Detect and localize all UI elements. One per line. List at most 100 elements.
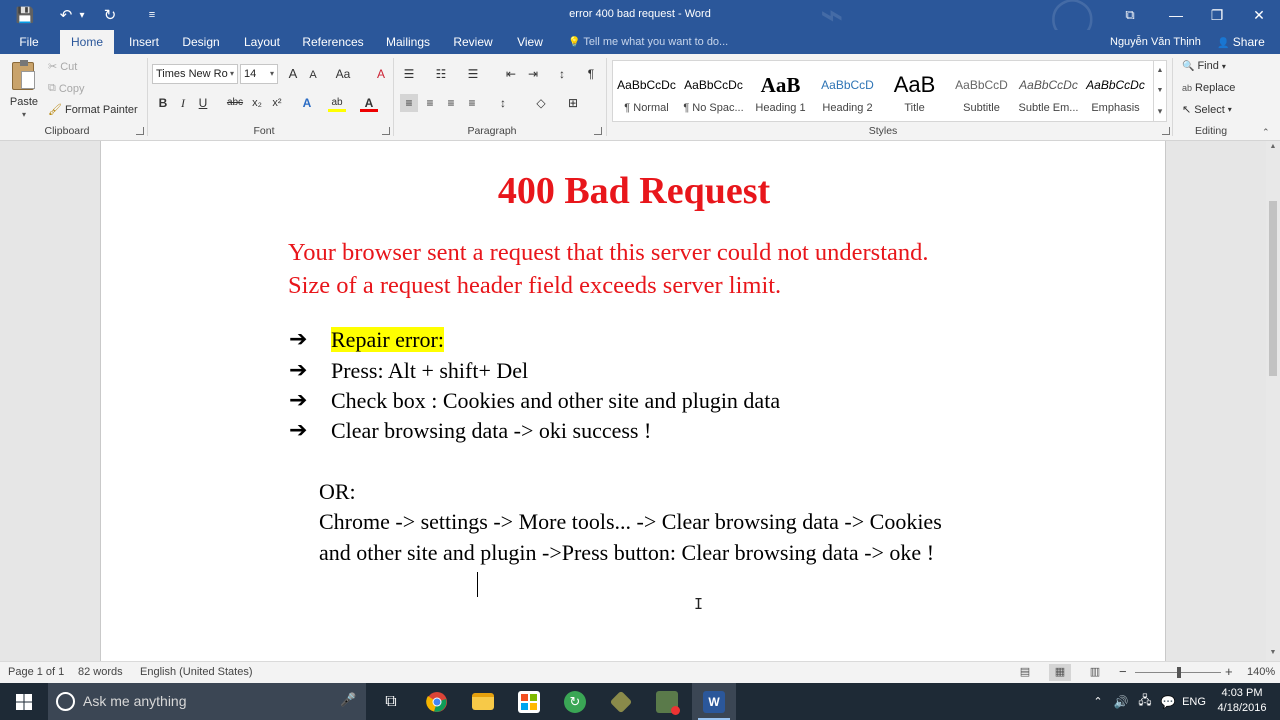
user-name[interactable]: Nguyễn Văn Thịnh: [1110, 30, 1201, 54]
find-button[interactable]: 🔍 Find ▾: [1182, 60, 1226, 72]
pilcrow-icon[interactable]: ¶: [582, 65, 600, 83]
tab-home[interactable]: Home: [60, 30, 114, 54]
highlight-icon[interactable]: ab: [328, 94, 346, 112]
subscript-icon[interactable]: x₂: [248, 94, 266, 112]
clear-formatting-icon[interactable]: A: [372, 65, 390, 83]
scroll-down-icon[interactable]: ▼: [1154, 81, 1166, 101]
line-spacing-icon[interactable]: ↕: [494, 94, 512, 112]
align-right-icon[interactable]: ≡: [442, 94, 460, 112]
strikethrough-icon[interactable]: abc: [224, 94, 246, 112]
minimize-button[interactable]: —: [1153, 0, 1199, 30]
style-heading-2[interactable]: AaBbCcD Heading 2: [814, 61, 881, 121]
input-language[interactable]: ENG: [1180, 683, 1208, 720]
zoom-level[interactable]: 140%: [1247, 666, 1275, 678]
volume-icon[interactable]: 🔊: [1110, 683, 1132, 720]
microphone-icon[interactable]: 🎤: [340, 692, 356, 708]
show-hidden-icons-icon[interactable]: ⌃: [1088, 683, 1108, 720]
zoom-slider-thumb[interactable]: [1177, 667, 1181, 678]
word-app-icon[interactable]: W: [692, 683, 736, 720]
tab-insert[interactable]: Insert: [122, 30, 166, 54]
tell-me-box[interactable]: 💡 Tell me what you want to do...: [568, 30, 728, 54]
store-app-icon[interactable]: [510, 683, 548, 720]
scroll-down-arrow-icon[interactable]: ▼: [1266, 649, 1280, 656]
justify-icon[interactable]: ≡: [463, 94, 481, 112]
decrease-indent-icon[interactable]: ⇤: [502, 65, 520, 83]
media-app-icon[interactable]: [648, 683, 686, 720]
gallery-expand-icon[interactable]: ▾: [1154, 101, 1166, 121]
notifications-icon[interactable]: 💬: [1156, 683, 1180, 720]
bullets-icon[interactable]: ☰: [400, 65, 418, 83]
style-title[interactable]: AaB Title: [881, 61, 948, 121]
web-layout-icon[interactable]: ▥: [1084, 664, 1106, 681]
scroll-up-icon[interactable]: ▲: [1154, 61, 1166, 81]
tab-mailings[interactable]: Mailings: [378, 30, 438, 54]
font-size-dropdown[interactable]: 14 ▾: [240, 64, 278, 84]
share-button[interactable]: 👤 Share: [1217, 30, 1265, 54]
tool-app-icon[interactable]: [602, 683, 640, 720]
tab-view[interactable]: View: [508, 30, 552, 54]
grow-font-icon[interactable]: A: [284, 65, 302, 83]
font-family-dropdown[interactable]: Times New Ro ▾: [152, 64, 238, 84]
sort-icon[interactable]: ↕: [553, 65, 571, 83]
format-painter-button[interactable]: 🖌 Format Painter: [48, 103, 138, 117]
close-button[interactable]: ✕: [1236, 0, 1280, 30]
zoom-out-button[interactable]: −: [1119, 664, 1127, 679]
tab-file[interactable]: File: [8, 30, 50, 54]
underline-icon[interactable]: U: [194, 94, 212, 112]
paragraph-dialog-launcher-icon[interactable]: [594, 127, 602, 135]
shading-icon[interactable]: ◇: [532, 94, 550, 112]
print-layout-icon[interactable]: ▦: [1049, 664, 1071, 681]
styles-dialog-launcher-icon[interactable]: [1162, 127, 1170, 135]
superscript-icon[interactable]: x²: [268, 94, 286, 112]
language-indicator[interactable]: English (United States): [140, 666, 253, 678]
read-mode-icon[interactable]: ▤: [1014, 664, 1036, 681]
style-heading-1[interactable]: AaB Heading 1: [747, 61, 814, 121]
tab-layout[interactable]: Layout: [236, 30, 288, 54]
shrink-font-icon[interactable]: A: [304, 66, 322, 84]
clipboard-dialog-launcher-icon[interactable]: [136, 127, 144, 135]
align-left-icon[interactable]: ≡: [400, 94, 418, 112]
cortana-search-box[interactable]: Ask me anything 🎤: [48, 683, 366, 720]
document-page[interactable]: 400 Bad Request Your browser sent a requ…: [100, 141, 1166, 661]
style-subtle-emphasis[interactable]: AaBbCcDc Subtle Em...: [1015, 61, 1082, 121]
font-dialog-launcher-icon[interactable]: [382, 127, 390, 135]
multilevel-list-icon[interactable]: ☰: [464, 65, 482, 83]
tab-design[interactable]: Design: [176, 30, 226, 54]
task-view-icon[interactable]: ⧉: [372, 683, 410, 720]
chrome-app-icon[interactable]: [418, 683, 456, 720]
zoom-in-button[interactable]: +: [1225, 664, 1233, 679]
select-button[interactable]: ↖ Select ▾: [1182, 103, 1232, 117]
ribbon-display-options-button[interactable]: ⧉: [1107, 0, 1153, 30]
page-count[interactable]: Page 1 of 1: [8, 666, 64, 678]
align-center-icon[interactable]: ≡: [421, 94, 439, 112]
network-icon[interactable]: 🖧: [1134, 683, 1156, 720]
vertical-scrollbar[interactable]: ▲ ▼: [1266, 141, 1280, 661]
copy-button[interactable]: ⧉ Copy: [48, 82, 85, 95]
style-subtitle[interactable]: AaBbCcD Subtitle: [948, 61, 1015, 121]
word-count[interactable]: 82 words: [78, 666, 123, 678]
borders-icon[interactable]: ⊞: [564, 94, 582, 112]
start-button[interactable]: [0, 683, 48, 720]
increase-indent-icon[interactable]: ⇥: [524, 65, 542, 83]
clock[interactable]: 4:03 PM 4/18/2016: [1212, 686, 1272, 716]
paste-button[interactable]: Paste ▾: [6, 58, 42, 122]
replace-button[interactable]: ab Replace: [1182, 82, 1235, 94]
scrollbar-thumb[interactable]: [1269, 201, 1277, 376]
text-effects-icon[interactable]: A: [298, 94, 316, 112]
numbering-icon[interactable]: ☷: [432, 65, 450, 83]
cut-button[interactable]: ✂ Cut: [48, 60, 77, 74]
style-emphasis[interactable]: AaBbCcDc Emphasis: [1082, 61, 1149, 121]
scroll-up-arrow-icon[interactable]: ▲: [1266, 143, 1280, 150]
bold-icon[interactable]: B: [154, 94, 172, 112]
style-no-spacing[interactable]: AaBbCcDc ¶ No Spac...: [680, 61, 747, 121]
italic-icon[interactable]: I: [174, 94, 192, 112]
restore-button[interactable]: ❐: [1194, 0, 1240, 30]
green-app-icon[interactable]: ↻: [556, 683, 594, 720]
font-color-icon[interactable]: A: [360, 94, 378, 112]
tab-references[interactable]: References: [298, 30, 368, 54]
collapse-ribbon-icon[interactable]: ⌃: [1262, 127, 1270, 138]
file-explorer-app-icon[interactable]: [464, 683, 502, 720]
tab-review[interactable]: Review: [448, 30, 498, 54]
style-normal[interactable]: AaBbCcDc ¶ Normal: [613, 61, 680, 121]
change-case-icon[interactable]: Aa: [332, 65, 354, 83]
